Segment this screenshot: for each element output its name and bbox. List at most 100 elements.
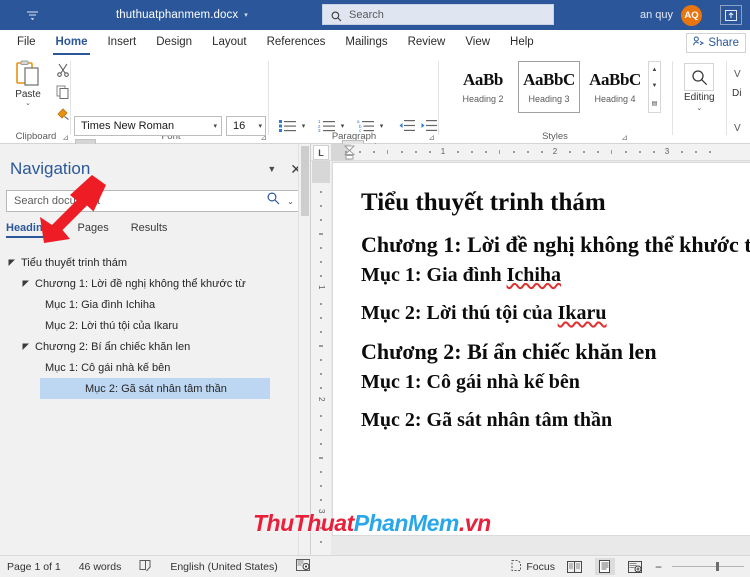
ribbon-group-editing[interactable]: Editing ⌄ — [684, 63, 715, 112]
read-mode-icon[interactable] — [565, 558, 585, 575]
navigation-tabs: Headings Pages Results — [6, 222, 168, 238]
tab-pages[interactable]: Pages — [78, 222, 109, 237]
title-bar: thuthuatphanmem.docx ▾ Search an quy AQ — [0, 0, 750, 30]
numbered-list-icon[interactable]: 123 — [315, 116, 337, 136]
tab-design[interactable]: Design — [147, 33, 201, 52]
tab-file[interactable]: File — [8, 33, 45, 52]
expand-triangle-icon[interactable] — [6, 259, 17, 267]
tab-stop-selector[interactable]: L — [313, 145, 329, 160]
numbering-chevron-down-icon[interactable]: ▾ — [337, 115, 348, 136]
style-name: Heading 2 — [462, 94, 504, 104]
bullet-list-icon[interactable] — [276, 116, 298, 136]
dictate-label-partial[interactable]: Di — [732, 88, 741, 99]
ruler-number: 3 — [664, 147, 670, 156]
zoom-slider[interactable] — [672, 562, 744, 571]
document-page[interactable]: Tiểu thuyết trinh thám Chương 1: Lời đề … — [332, 162, 750, 536]
multilevel-list-icon[interactable]: abc — [354, 116, 376, 136]
quick-access-toolbar-icon[interactable] — [0, 0, 64, 30]
heading-text: Mục 2: Lời thú tội của — [361, 302, 558, 325]
share-button[interactable]: Share — [686, 33, 746, 53]
gallery-scroll-up-icon[interactable]: ▲ — [652, 67, 658, 73]
heading-text: Mục 1: Gia đình — [361, 263, 507, 286]
tab-insert[interactable]: Insert — [98, 33, 145, 52]
tab-home[interactable]: Home — [47, 33, 97, 55]
style-preview: AaBbC — [589, 70, 641, 89]
chevron-down-icon[interactable]: ▾ — [244, 11, 248, 19]
list-item[interactable]: Mục 1: Gia đình Ichiha — [0, 294, 298, 315]
list-item[interactable]: Chương 2: Bí ẩn chiếc khăn len — [0, 336, 298, 357]
ribbon-display-options-icon[interactable] — [720, 5, 742, 25]
document-body[interactable]: Tiểu thuyết trinh thám Chương 1: Lời đề … — [361, 189, 750, 432]
increase-indent-icon[interactable] — [417, 116, 439, 136]
list-item-selected[interactable]: Mục 2: Gã sát nhân tâm thần — [40, 378, 270, 399]
ribbon-group-clipboard: Paste ⌄ Clipboard ⊿ — [0, 55, 72, 144]
chevron-down-icon[interactable]: ▾ — [258, 122, 262, 130]
focus-mode-button[interactable]: Focus — [510, 559, 555, 575]
magnifier-icon[interactable] — [267, 192, 280, 210]
style-heading-4[interactable]: AaBbC Heading 4 — [584, 61, 646, 113]
expand-triangle-icon[interactable] — [20, 343, 31, 351]
gallery-more-icon[interactable]: ▤ — [652, 100, 658, 107]
paragraph-list-row: ▾ 123 ▾ abc ▾ — [276, 115, 439, 136]
avatar[interactable]: AQ — [681, 4, 702, 26]
chevron-down-icon[interactable]: ⌄ — [25, 100, 31, 107]
horizontal-ruler[interactable]: L 1 2 3 — [311, 144, 750, 161]
chevron-down-icon[interactable]: ▼ — [267, 164, 276, 174]
ruler-number: 2 — [317, 397, 326, 402]
accessibility-checker-icon[interactable] — [295, 559, 310, 574]
bullets-chevron-down-icon[interactable]: ▾ — [298, 115, 309, 136]
tab-headings[interactable]: Headings — [6, 222, 56, 238]
expand-triangle-icon[interactable] — [20, 280, 31, 288]
style-heading-2[interactable]: AaBb Heading 2 — [452, 61, 514, 113]
font-name-combobox[interactable]: Times New Roman ▾ — [74, 116, 222, 136]
list-item[interactable]: Chương 1: Lời đề nghị không thể khước từ — [0, 273, 298, 294]
divider — [70, 61, 71, 135]
tab-mailings[interactable]: Mailings — [336, 33, 396, 52]
titlebar-right-cluster: an quy AQ — [640, 0, 750, 30]
document-title[interactable]: thuthuatphanmem.docx ▾ — [116, 9, 248, 21]
tab-layout[interactable]: Layout — [203, 33, 256, 52]
indent-markers-icon[interactable] — [344, 145, 355, 160]
search-input[interactable]: Search document ⌄ — [6, 190, 299, 212]
chevron-down-icon[interactable]: ▾ — [213, 122, 217, 130]
page-count[interactable]: Page 1 of 1 — [7, 561, 61, 573]
styles-gallery-scroll[interactable]: ▲ ▼ ▤ — [648, 61, 661, 113]
paste-button[interactable]: Paste ⌄ — [8, 60, 48, 107]
gallery-scroll-down-icon[interactable]: ▼ — [652, 83, 658, 89]
dictate-sub-partial: V — [734, 123, 741, 134]
style-heading-3[interactable]: AaBbC Heading 3 — [518, 61, 580, 113]
zoom-out-button[interactable]: − — [655, 560, 662, 574]
tab-help[interactable]: Help — [501, 33, 543, 52]
language-status[interactable]: English (United States) — [170, 561, 277, 573]
navigation-scrollbar[interactable] — [298, 144, 310, 555]
svg-text:3: 3 — [318, 128, 321, 132]
editing-chevron-down-icon[interactable]: ⌄ — [696, 104, 702, 112]
list-item[interactable]: Mục 1: Cô gái nhà kế bên — [0, 357, 298, 378]
search-box[interactable]: Search — [322, 4, 554, 25]
list-item[interactable]: Tiểu thuyết trinh thám — [0, 252, 298, 273]
share-label: Share — [708, 37, 739, 49]
tab-view[interactable]: View — [456, 33, 499, 52]
tab-review[interactable]: Review — [399, 33, 455, 52]
zoom-slider-thumb[interactable] — [716, 562, 719, 571]
list-item-label: Mục 2: Gã sát nhân tâm thần — [85, 382, 227, 395]
document-heading-muc-1-1: Mục 1: Gia đình Ichiha — [361, 264, 750, 286]
list-item[interactable]: Mục 2: Lời thú tội của Ikaru — [0, 315, 298, 336]
scrollbar-thumb[interactable] — [301, 146, 309, 216]
navigation-header: Navigation ▼ ✕ — [10, 156, 302, 182]
document-heading-muc-2-1: Mục 1: Cô gái nhà kế bên — [361, 371, 580, 394]
decrease-indent-icon[interactable] — [395, 116, 417, 136]
word-count[interactable]: 46 words — [79, 561, 122, 573]
font-size-combobox[interactable]: 16 ▾ — [226, 116, 266, 136]
clipboard-dialog-launcher[interactable]: ⊿ — [62, 133, 69, 142]
web-layout-icon[interactable] — [625, 558, 645, 575]
status-bar-left: Page 1 of 1 46 words English (United Sta… — [0, 559, 310, 575]
multilevel-chevron-down-icon[interactable]: ▾ — [376, 115, 387, 136]
vertical-ruler[interactable]: 1 2 3 — [311, 161, 331, 555]
styles-dialog-launcher[interactable]: ⊿ — [621, 133, 628, 142]
search-options-chevron-down-icon[interactable]: ⌄ — [287, 197, 294, 206]
print-layout-icon[interactable] — [594, 558, 615, 575]
tab-references[interactable]: References — [258, 33, 335, 52]
tab-results[interactable]: Results — [131, 222, 168, 237]
proofing-errors-icon[interactable] — [139, 559, 152, 575]
